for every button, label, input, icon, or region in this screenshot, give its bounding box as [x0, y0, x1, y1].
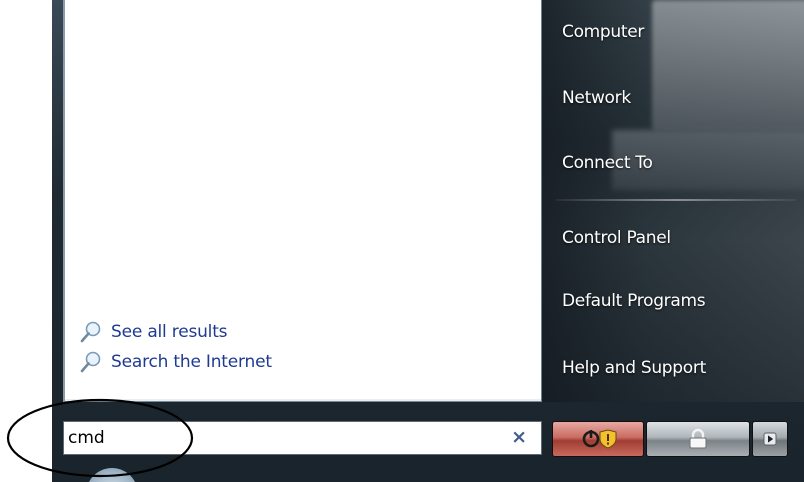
search-input[interactable] [64, 423, 484, 453]
power-options-button[interactable] [752, 421, 788, 457]
power-shield-icon [582, 429, 617, 449]
menu-item-help-and-support[interactable]: Help and Support [562, 351, 706, 385]
search-internet-link[interactable]: Search the Internet [79, 347, 272, 377]
start-search-box[interactable]: × [63, 421, 542, 455]
search-results: See all results Search the Internet [79, 317, 272, 377]
see-all-results-label: See all results [111, 322, 228, 342]
glass-reflection [652, 0, 804, 130]
menu-item-connect-to[interactable]: Connect To [562, 146, 653, 180]
arrow-right-icon [763, 432, 777, 446]
menu-item-computer[interactable]: Computer [562, 15, 644, 49]
menu-item-default-programs[interactable]: Default Programs [562, 284, 706, 318]
search-internet-label: Search the Internet [111, 352, 272, 372]
start-menu-left-pane: See all results Search the Internet [63, 0, 542, 402]
search-icon [80, 351, 101, 373]
menu-item-control-panel[interactable]: Control Panel [562, 221, 671, 255]
menu-separator [556, 199, 796, 201]
menu-item-network[interactable]: Network [562, 81, 631, 115]
lock-button[interactable] [646, 421, 750, 457]
lock-icon [689, 428, 707, 449]
power-button[interactable] [552, 421, 644, 457]
search-icon [80, 321, 101, 343]
see-all-results-link[interactable]: See all results [79, 317, 272, 347]
clear-search-icon[interactable]: × [511, 426, 527, 448]
start-menu-right-pane: Computer Network Connect To Control Pane… [542, 0, 804, 402]
